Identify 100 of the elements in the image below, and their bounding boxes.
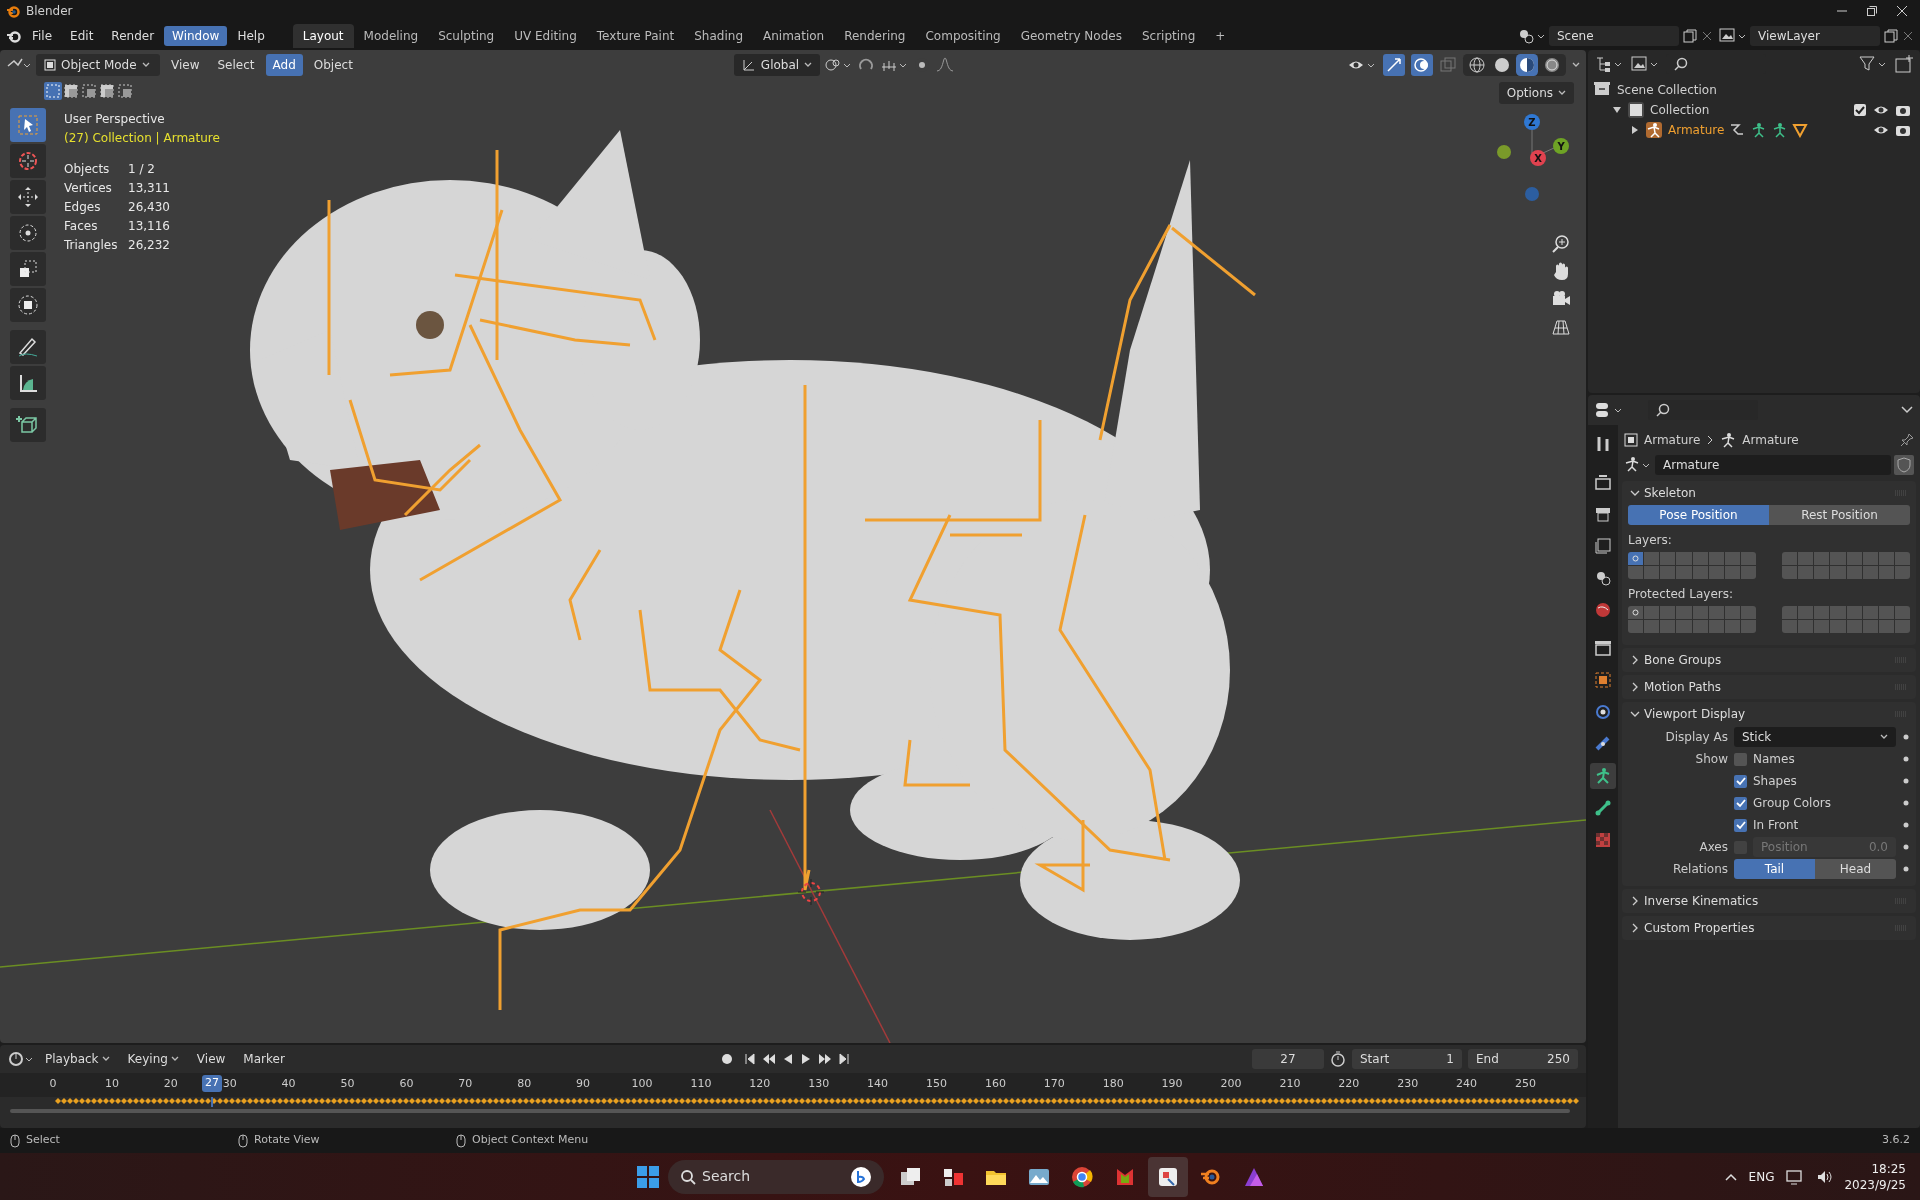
layer-toggle[interactable] [1724,606,1740,619]
selection-mode-icon[interactable] [80,82,98,100]
breadcrumb-item[interactable]: Armature [1742,431,1799,449]
layer-toggle[interactable] [1724,566,1740,579]
timeline-menu[interactable]: Playback [38,1048,117,1070]
layer-toggle[interactable] [1878,606,1894,619]
breadcrumb-item[interactable]: Armature [1644,431,1701,449]
header-menu[interactable]: View [164,54,207,76]
network-icon[interactable] [1786,1168,1805,1185]
layer-toggle[interactable] [1708,606,1724,619]
checkbox[interactable]: Group Colors [1734,794,1896,812]
layer-toggle[interactable] [1676,620,1692,633]
shading-wireframe-button[interactable] [1466,54,1488,76]
header-menu[interactable]: Select [210,54,262,76]
layer-toggle[interactable] [1708,552,1724,565]
layer-toggle[interactable] [1660,620,1676,633]
layer-toggle[interactable] [1798,620,1814,633]
layer-toggle[interactable] [1894,606,1910,619]
layer-toggle[interactable] [1692,552,1708,565]
keyframe-dot-icon[interactable] [1902,843,1910,851]
checkbox[interactable]: Shapes [1734,772,1896,790]
layer-toggle[interactable] [1862,566,1878,579]
outliner-item[interactable]: Scene Collection [1617,81,1717,99]
outliner-item[interactable]: Collection [1650,101,1710,119]
layer-toggle[interactable] [1740,620,1756,633]
new-collection-icon[interactable] [1894,54,1914,74]
stopwatch-icon[interactable] [1330,1051,1346,1067]
layer-toggle[interactable] [1628,552,1644,565]
menu-item[interactable]: Edit [62,26,102,46]
display-mode-icon[interactable] [1594,54,1624,74]
layer-toggle[interactable] [1846,552,1862,565]
layer-toggle[interactable] [1894,566,1910,579]
mode-dropdown[interactable]: Object Mode [36,54,160,76]
keyframe-dot-icon[interactable] [1902,865,1910,873]
menu-item[interactable]: File [24,26,61,46]
layer-toggle[interactable] [1724,552,1740,565]
layer-toggle[interactable] [1740,606,1756,619]
negative-axis-handle[interactable] [1497,145,1511,159]
layer-toggle[interactable] [1708,566,1724,579]
layer-toggle[interactable] [1692,606,1708,619]
current-frame-field[interactable]: 27 [1252,1049,1324,1069]
armature-data-icon[interactable] [1624,456,1652,474]
filter-type-icon[interactable] [1630,54,1660,74]
pose-toggle[interactable]: Rest Position [1769,505,1910,525]
clock-time[interactable]: 18:25 [1871,1160,1906,1177]
layer-toggle[interactable] [1814,552,1830,565]
layer-toggle[interactable] [1782,552,1798,565]
workspace-tab[interactable]: Scripting [1131,24,1206,48]
layer-toggle[interactable] [1628,606,1644,619]
keyframe-dot-icon[interactable] [1902,733,1910,741]
timeline-menu[interactable]: Marker [236,1048,292,1070]
axis-handle[interactable]: Y [1553,138,1569,154]
layer-toggle[interactable] [1830,566,1846,579]
keyframe-dot-icon[interactable] [1902,799,1910,807]
render-camera-icon[interactable] [1895,123,1911,137]
add-cube-tool[interactable] [10,408,46,442]
scrollbar[interactable] [10,1109,1570,1113]
layer-toggle[interactable] [1862,552,1878,565]
layer-toggle[interactable] [1676,566,1692,579]
move-tool[interactable] [10,180,46,214]
layer-toggle[interactable] [1846,606,1862,619]
jump-start-icon[interactable] [743,1052,756,1066]
next-keyframe-icon[interactable] [817,1052,832,1066]
layer-toggle[interactable] [1862,606,1878,619]
workspace-tab[interactable]: Shading [684,24,753,48]
layer-toggle[interactable] [1846,620,1862,633]
scene-type-icon[interactable] [1518,27,1546,45]
view-layer-selector[interactable]: ViewLayer [1750,26,1880,46]
header-menu[interactable]: Object [306,54,360,76]
previous-keyframe-icon[interactable] [761,1052,776,1066]
layer-toggle[interactable] [1644,620,1660,633]
timeline-menu[interactable]: View [189,1048,233,1070]
orientation-dropdown[interactable]: Global [733,54,821,76]
rotate-tool[interactable] [10,216,46,250]
keyframe-dot-icon[interactable] [1902,821,1910,829]
fake-user-shield-icon[interactable] [1894,455,1914,475]
layer-toggle[interactable] [1846,566,1862,579]
panel-header[interactable]: Viewport Display [1622,702,1916,726]
checkbox[interactable]: In Front [1734,816,1896,834]
keyframe-dot-icon[interactable] [1902,755,1910,763]
layer-toggle[interactable] [1660,606,1676,619]
taskbar-app-icon[interactable] [1148,1156,1188,1197]
layer-toggle[interactable] [1782,606,1798,619]
axis-handle[interactable]: X [1530,150,1546,166]
scene-selector[interactable]: Scene [1549,26,1679,46]
panel-header[interactable]: Motion Paths [1622,675,1916,699]
layer-toggle[interactable] [1814,566,1830,579]
render-camera-icon[interactable] [1895,103,1911,117]
panel-header[interactable]: Inverse Kinematics [1622,889,1916,913]
add-workspace-button[interactable]: + [1205,24,1236,48]
layer-toggle[interactable] [1660,552,1676,565]
relations-toggle[interactable]: Head [1815,859,1896,879]
pose-toggle[interactable]: Pose Position [1628,505,1769,525]
armature-data-tab[interactable] [1590,763,1616,789]
include-checkbox[interactable] [1853,103,1867,117]
workspace-tab[interactable]: Sculpting [428,24,505,48]
panel-header[interactable]: Skeleton [1622,481,1916,505]
layer-toggle[interactable] [1878,566,1894,579]
options-dropdown[interactable]: Options [1498,82,1574,104]
transform-tool[interactable] [10,288,46,322]
